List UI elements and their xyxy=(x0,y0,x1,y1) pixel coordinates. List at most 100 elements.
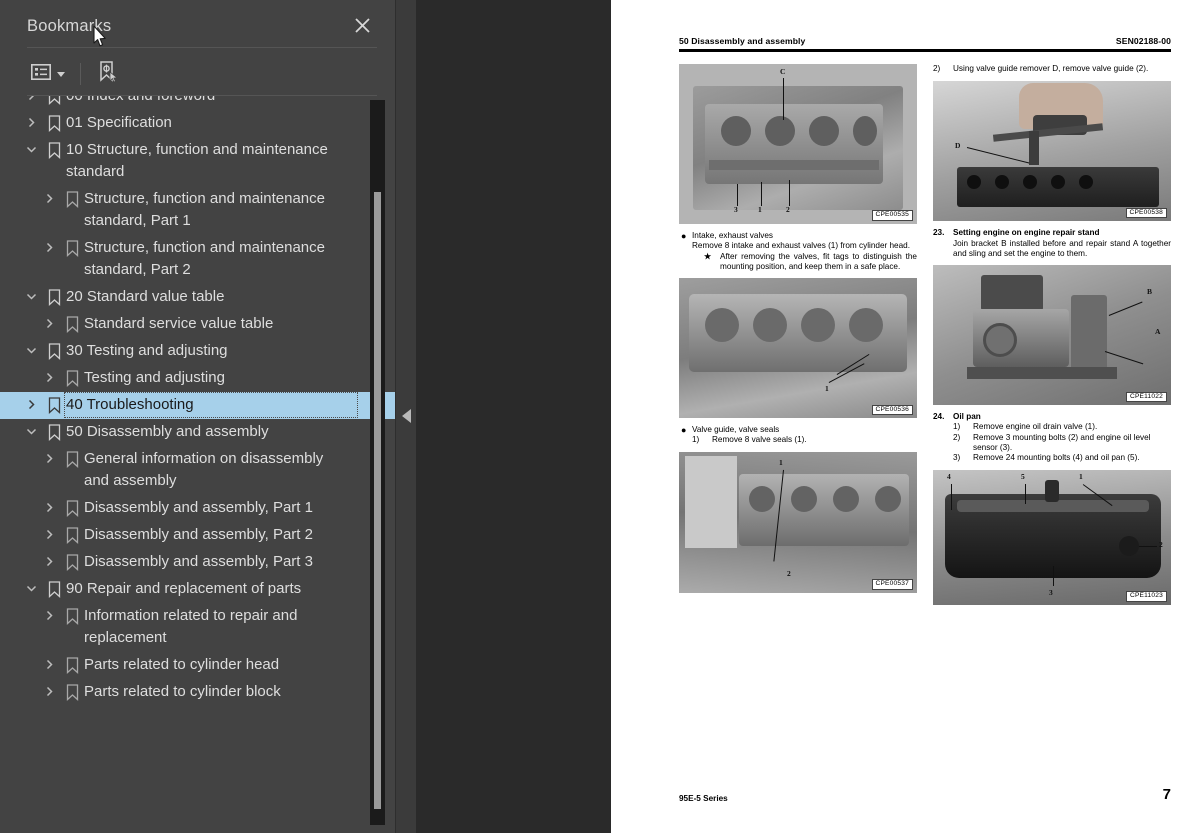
step-row: 3) Remove 24 mounting bolts (4) and oil p… xyxy=(953,453,1171,463)
bookmark-icon xyxy=(60,681,84,701)
pdf-viewer-window: Bookmarks 01 Specification 10 Structure,… xyxy=(0,0,1200,833)
collapse-panel-handle[interactable] xyxy=(398,396,414,436)
chevron-down-icon[interactable] xyxy=(20,139,42,155)
figure-code: CPE00535 xyxy=(871,210,913,221)
figure-mark: 5 xyxy=(1021,471,1025,481)
section-23-setting-engine: 23. Setting engine on engine repair stan… xyxy=(933,228,1171,259)
step-text: Remove 3 mounting bolts (2) and engine o… xyxy=(973,432,1151,453)
bookmark-icon xyxy=(60,524,84,544)
bookmark-item-label: 20 Standard value table xyxy=(66,288,225,305)
figure-valve-guide-remover: D CPE00538 xyxy=(933,81,1171,222)
bookmark-item[interactable]: 10 Structure, function and maintenance s… xyxy=(0,137,395,186)
bookmark-item-label: 00 Index and foreword xyxy=(66,96,239,107)
bookmark-icon xyxy=(60,188,84,208)
chevron-right-icon[interactable] xyxy=(38,551,60,567)
left-column: C 3 1 2 CPE00535 ● Intake, exhaust valve… xyxy=(679,64,917,605)
chevron-right-icon[interactable] xyxy=(20,394,42,410)
figure-mark: 1 xyxy=(758,205,762,214)
sidebar-scrollbar[interactable] xyxy=(370,100,385,825)
step-number: 1) xyxy=(692,435,700,445)
chevron-right-icon[interactable] xyxy=(38,654,60,670)
bookmark-item[interactable]: 40 Troubleshooting xyxy=(0,392,395,419)
chevron-right-icon[interactable] xyxy=(38,497,60,513)
chevron-down-icon[interactable] xyxy=(20,578,42,594)
step-row: 1) Remove engine oil drain valve (1). xyxy=(953,422,1171,432)
step-number: 3) xyxy=(953,453,961,463)
step-text: Remove 8 valve seals (1). xyxy=(712,435,807,445)
bookmark-item-label: 30 Testing and adjusting xyxy=(66,342,228,359)
bookmark-item[interactable]: 90 Repair and replacement of parts xyxy=(0,576,395,603)
chevron-down-icon[interactable] xyxy=(20,421,42,437)
chevron-right-icon[interactable] xyxy=(38,367,60,383)
sidebar-scrollbar-thumb[interactable] xyxy=(374,192,381,809)
chevron-right-icon[interactable] xyxy=(38,188,60,204)
gutter-background xyxy=(416,0,610,833)
bookmarks-tree: 00 Index and foreword 01 Specification 10 … xyxy=(0,96,395,716)
bookmark-item[interactable]: 01 Specification xyxy=(0,110,395,137)
bookmark-item[interactable]: General information on disassembly and a… xyxy=(0,446,395,495)
bookmark-item-label: 50 Disassembly and assembly xyxy=(66,423,269,440)
bookmark-item[interactable]: Testing and adjusting xyxy=(0,365,395,392)
bookmark-item[interactable]: Parts related to cylinder block xyxy=(0,679,395,706)
bookmark-icon xyxy=(42,578,66,598)
bookmark-icon xyxy=(42,340,66,360)
chevron-right-icon[interactable] xyxy=(38,448,60,464)
figure-valve-seals: 1 2 CPE00537 xyxy=(679,451,917,593)
note-marker-icon: ★ xyxy=(704,251,712,261)
bookmark-item-label: 10 Structure, function and maintenance s… xyxy=(66,141,328,180)
bookmarks-tree-scroll-area[interactable]: 00 Index and foreword 01 Specification 10 … xyxy=(0,96,395,833)
chevron-right-icon[interactable] xyxy=(38,237,60,253)
bookmark-item[interactable]: Disassembly and assembly, Part 3 xyxy=(0,549,395,576)
text-block-valve-guide-seals: ● Valve guide, valve seals 1) Remove 8 v… xyxy=(679,425,917,446)
bookmark-item[interactable]: Parts related to cylinder head xyxy=(0,652,395,679)
section-number: 23. xyxy=(933,228,945,238)
chevron-right-icon[interactable] xyxy=(38,681,60,697)
figure-engine-repair-stand: B A CPE11022 xyxy=(933,265,1171,406)
section-number: 24. xyxy=(933,412,945,422)
figure-cylinder-head-underside: 1 CPE00536 xyxy=(679,278,917,419)
bookmark-icon xyxy=(60,605,84,625)
bookmark-item[interactable]: 20 Standard value table xyxy=(0,284,395,311)
bookmark-item[interactable]: Disassembly and assembly, Part 2 xyxy=(0,522,395,549)
section-title: Oil pan xyxy=(953,412,981,422)
figure-mark: 1 xyxy=(1079,471,1083,481)
bookmark-item[interactable]: 00 Index and foreword xyxy=(0,96,395,110)
right-column: 2) Using valve guide remover D, remove v… xyxy=(933,64,1171,605)
document-viewer[interactable]: 50 Disassembly and assembly SEN02188-00 xyxy=(611,0,1200,833)
list-icon xyxy=(31,63,51,85)
figure-mark: 2 xyxy=(787,568,791,578)
bookmark-icon xyxy=(60,497,84,517)
viewer-gutter xyxy=(396,0,611,833)
bookmark-item-label: Disassembly and assembly, Part 1 xyxy=(84,499,313,516)
chevron-right-icon[interactable] xyxy=(20,112,42,128)
bookmark-item[interactable]: Disassembly and assembly, Part 1 xyxy=(0,495,395,522)
chevron-right-icon[interactable] xyxy=(38,524,60,540)
bookmark-icon xyxy=(42,286,66,306)
page-number: 7 xyxy=(1162,786,1171,803)
chevron-down-icon[interactable] xyxy=(20,340,42,356)
new-bookmark-button[interactable] xyxy=(94,59,122,89)
bookmark-item[interactable]: Structure, function and maintenance stan… xyxy=(0,186,395,235)
text-block-valve-guide-remover: 2) Using valve guide remover D, remove v… xyxy=(933,64,1171,74)
figure-code: CPE11022 xyxy=(1125,391,1167,403)
bookmark-item-label: General information on disassembly and a… xyxy=(84,450,324,489)
chevron-right-icon[interactable] xyxy=(38,313,60,329)
bullet-icon: ● xyxy=(681,231,687,241)
bookmark-item[interactable]: 30 Testing and adjusting xyxy=(0,338,395,365)
section-24-oil-pan: 24. Oil pan 1) Remove engine oil drain va… xyxy=(933,412,1171,463)
bookmark-item-label: Testing and adjusting xyxy=(84,369,225,386)
figure-cylinder-head-valves: C 3 1 2 CPE00535 xyxy=(679,64,917,224)
figure-code: CPE00538 xyxy=(1125,207,1167,219)
bookmark-item[interactable]: Standard service value table xyxy=(0,311,395,338)
chevron-right-icon[interactable] xyxy=(20,96,42,101)
bookmark-icon xyxy=(60,654,84,674)
close-icon[interactable] xyxy=(349,12,375,38)
bookmark-item[interactable]: Structure, function and maintenance stan… xyxy=(0,235,395,284)
bookmark-item-label: 01 Specification xyxy=(66,114,172,131)
bookmark-icon xyxy=(42,139,66,159)
bookmark-item[interactable]: 50 Disassembly and assembly xyxy=(0,419,395,446)
chevron-right-icon[interactable] xyxy=(38,605,60,621)
list-options-button[interactable] xyxy=(28,59,68,89)
chevron-down-icon[interactable] xyxy=(20,286,42,302)
bookmark-item[interactable]: Information related to repair and replac… xyxy=(0,603,395,652)
